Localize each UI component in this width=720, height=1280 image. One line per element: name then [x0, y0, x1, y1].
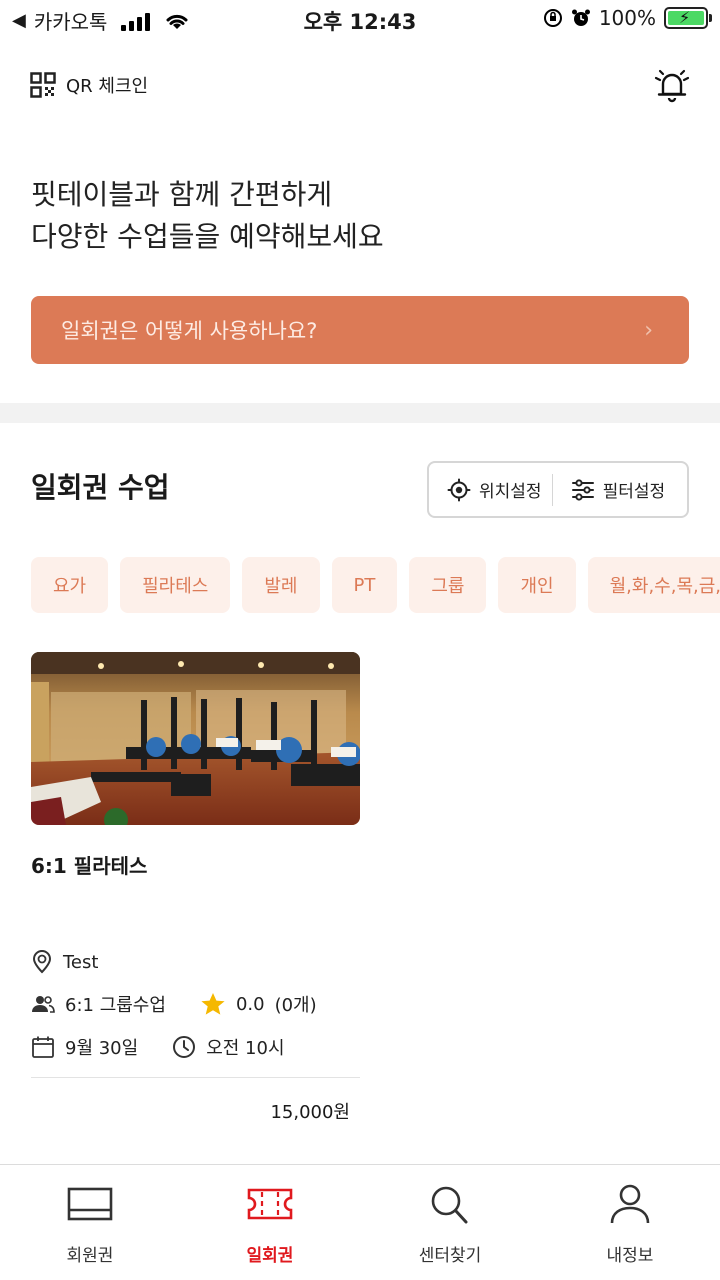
class-info-row: 6:1 그룹수업 0.0 (0개): [31, 991, 317, 1017]
location-row: Test: [31, 950, 98, 974]
location-setting-button[interactable]: 위치설정: [429, 463, 542, 516]
review-count: (0개): [274, 995, 317, 1016]
qr-checkin-label: QR 체크인: [66, 76, 149, 97]
star-icon: [201, 993, 225, 1015]
filter-setting-label: 필터설정: [602, 482, 666, 502]
nav-label-membership: 회원권: [66, 1246, 114, 1266]
alarm-icon: [571, 9, 590, 26]
people-icon: [32, 996, 55, 1013]
chevron-right-icon: ›: [644, 317, 653, 343]
nav-item-single-ticket[interactable]: 일회권: [180, 1165, 360, 1280]
chip-pt[interactable]: PT: [331, 557, 398, 613]
clock-icon: [173, 1036, 196, 1058]
schedule-row: 9월 30일 오전 10시: [31, 1034, 285, 1060]
battery-icon: ⚡: [664, 7, 712, 29]
chip-private[interactable]: 개인: [498, 557, 576, 613]
sliders-icon: [571, 478, 594, 501]
intro-line-2: 다양한 수업들을 예약해보세요: [31, 220, 384, 253]
price-text: 15,000원: [270, 1102, 350, 1123]
class-type-text: 6:1 그룹수업: [65, 995, 166, 1016]
filter-setting-button[interactable]: 필터설정: [553, 463, 666, 516]
nav-item-membership[interactable]: 회원권: [0, 1165, 180, 1280]
card-divider: [31, 1077, 360, 1078]
usage-guide-button[interactable]: 일회권은 어떻게 사용하나요? ›: [31, 296, 689, 364]
intro-line-1: 핏테이블과 함께 간편하게: [31, 178, 333, 211]
nav-item-find-center[interactable]: 센터찾기: [360, 1165, 540, 1280]
person-icon: [610, 1184, 650, 1224]
time-text: 오전 10시: [206, 1038, 285, 1059]
chip-weekdays[interactable]: 월,화,수,목,금,토,일: [587, 557, 720, 613]
qr-code-icon: [30, 72, 56, 98]
rotation-lock-icon: [543, 9, 562, 27]
calendar-icon: [32, 1036, 54, 1058]
search-icon: [431, 1186, 468, 1224]
bell-icon[interactable]: [652, 66, 692, 106]
status-right: 100% ⚡: [543, 6, 712, 30]
chip-group[interactable]: 그룹: [409, 557, 487, 613]
chip-pilates[interactable]: 필라테스: [120, 557, 231, 613]
nav-item-my-info[interactable]: 내정보: [540, 1165, 720, 1280]
battery-percent: 100%: [598, 6, 656, 30]
class-photo[interactable]: [31, 652, 360, 825]
status-bar: ◀ 카카오톡 오후 12:43 100% ⚡: [0, 0, 720, 40]
date-text: 9월 30일: [65, 1038, 139, 1059]
card-icon: [67, 1187, 113, 1221]
location-target-icon: [447, 478, 471, 501]
map-pin-icon: [32, 950, 52, 974]
class-title[interactable]: 6:1 필라테스: [31, 850, 147, 879]
rating-value: 0.0: [235, 993, 265, 1015]
pilates-studio-image: [31, 652, 360, 825]
location-text: Test: [63, 951, 99, 973]
qr-checkin-button[interactable]: QR 체크인: [30, 72, 148, 98]
category-chip-list: 요가 필라테스 발레 PT 그룹 개인 월,화,수,목,금,토,일: [31, 557, 720, 613]
ticket-icon: [247, 1188, 293, 1220]
chip-ballet[interactable]: 발레: [242, 557, 320, 613]
bottom-navigation: 회원권 일회권 센터찾기 내정보: [0, 1164, 720, 1280]
intro-text: 핏테이블과 함께 간편하게 다양한 수업들을 예약해보세요: [31, 174, 384, 258]
nav-label-my-info: 내정보: [606, 1246, 654, 1266]
usage-guide-label: 일회권은 어떻게 사용하나요?: [61, 319, 318, 343]
nav-label-single-ticket: 일회권: [246, 1246, 294, 1266]
chip-yoga[interactable]: 요가: [31, 557, 109, 613]
section-title: 일회권 수업: [31, 471, 170, 504]
section-divider: [0, 403, 720, 423]
settings-group: 위치설정 필터설정: [427, 461, 689, 518]
nav-label-find-center: 센터찾기: [418, 1246, 482, 1266]
location-setting-label: 위치설정: [479, 482, 542, 502]
